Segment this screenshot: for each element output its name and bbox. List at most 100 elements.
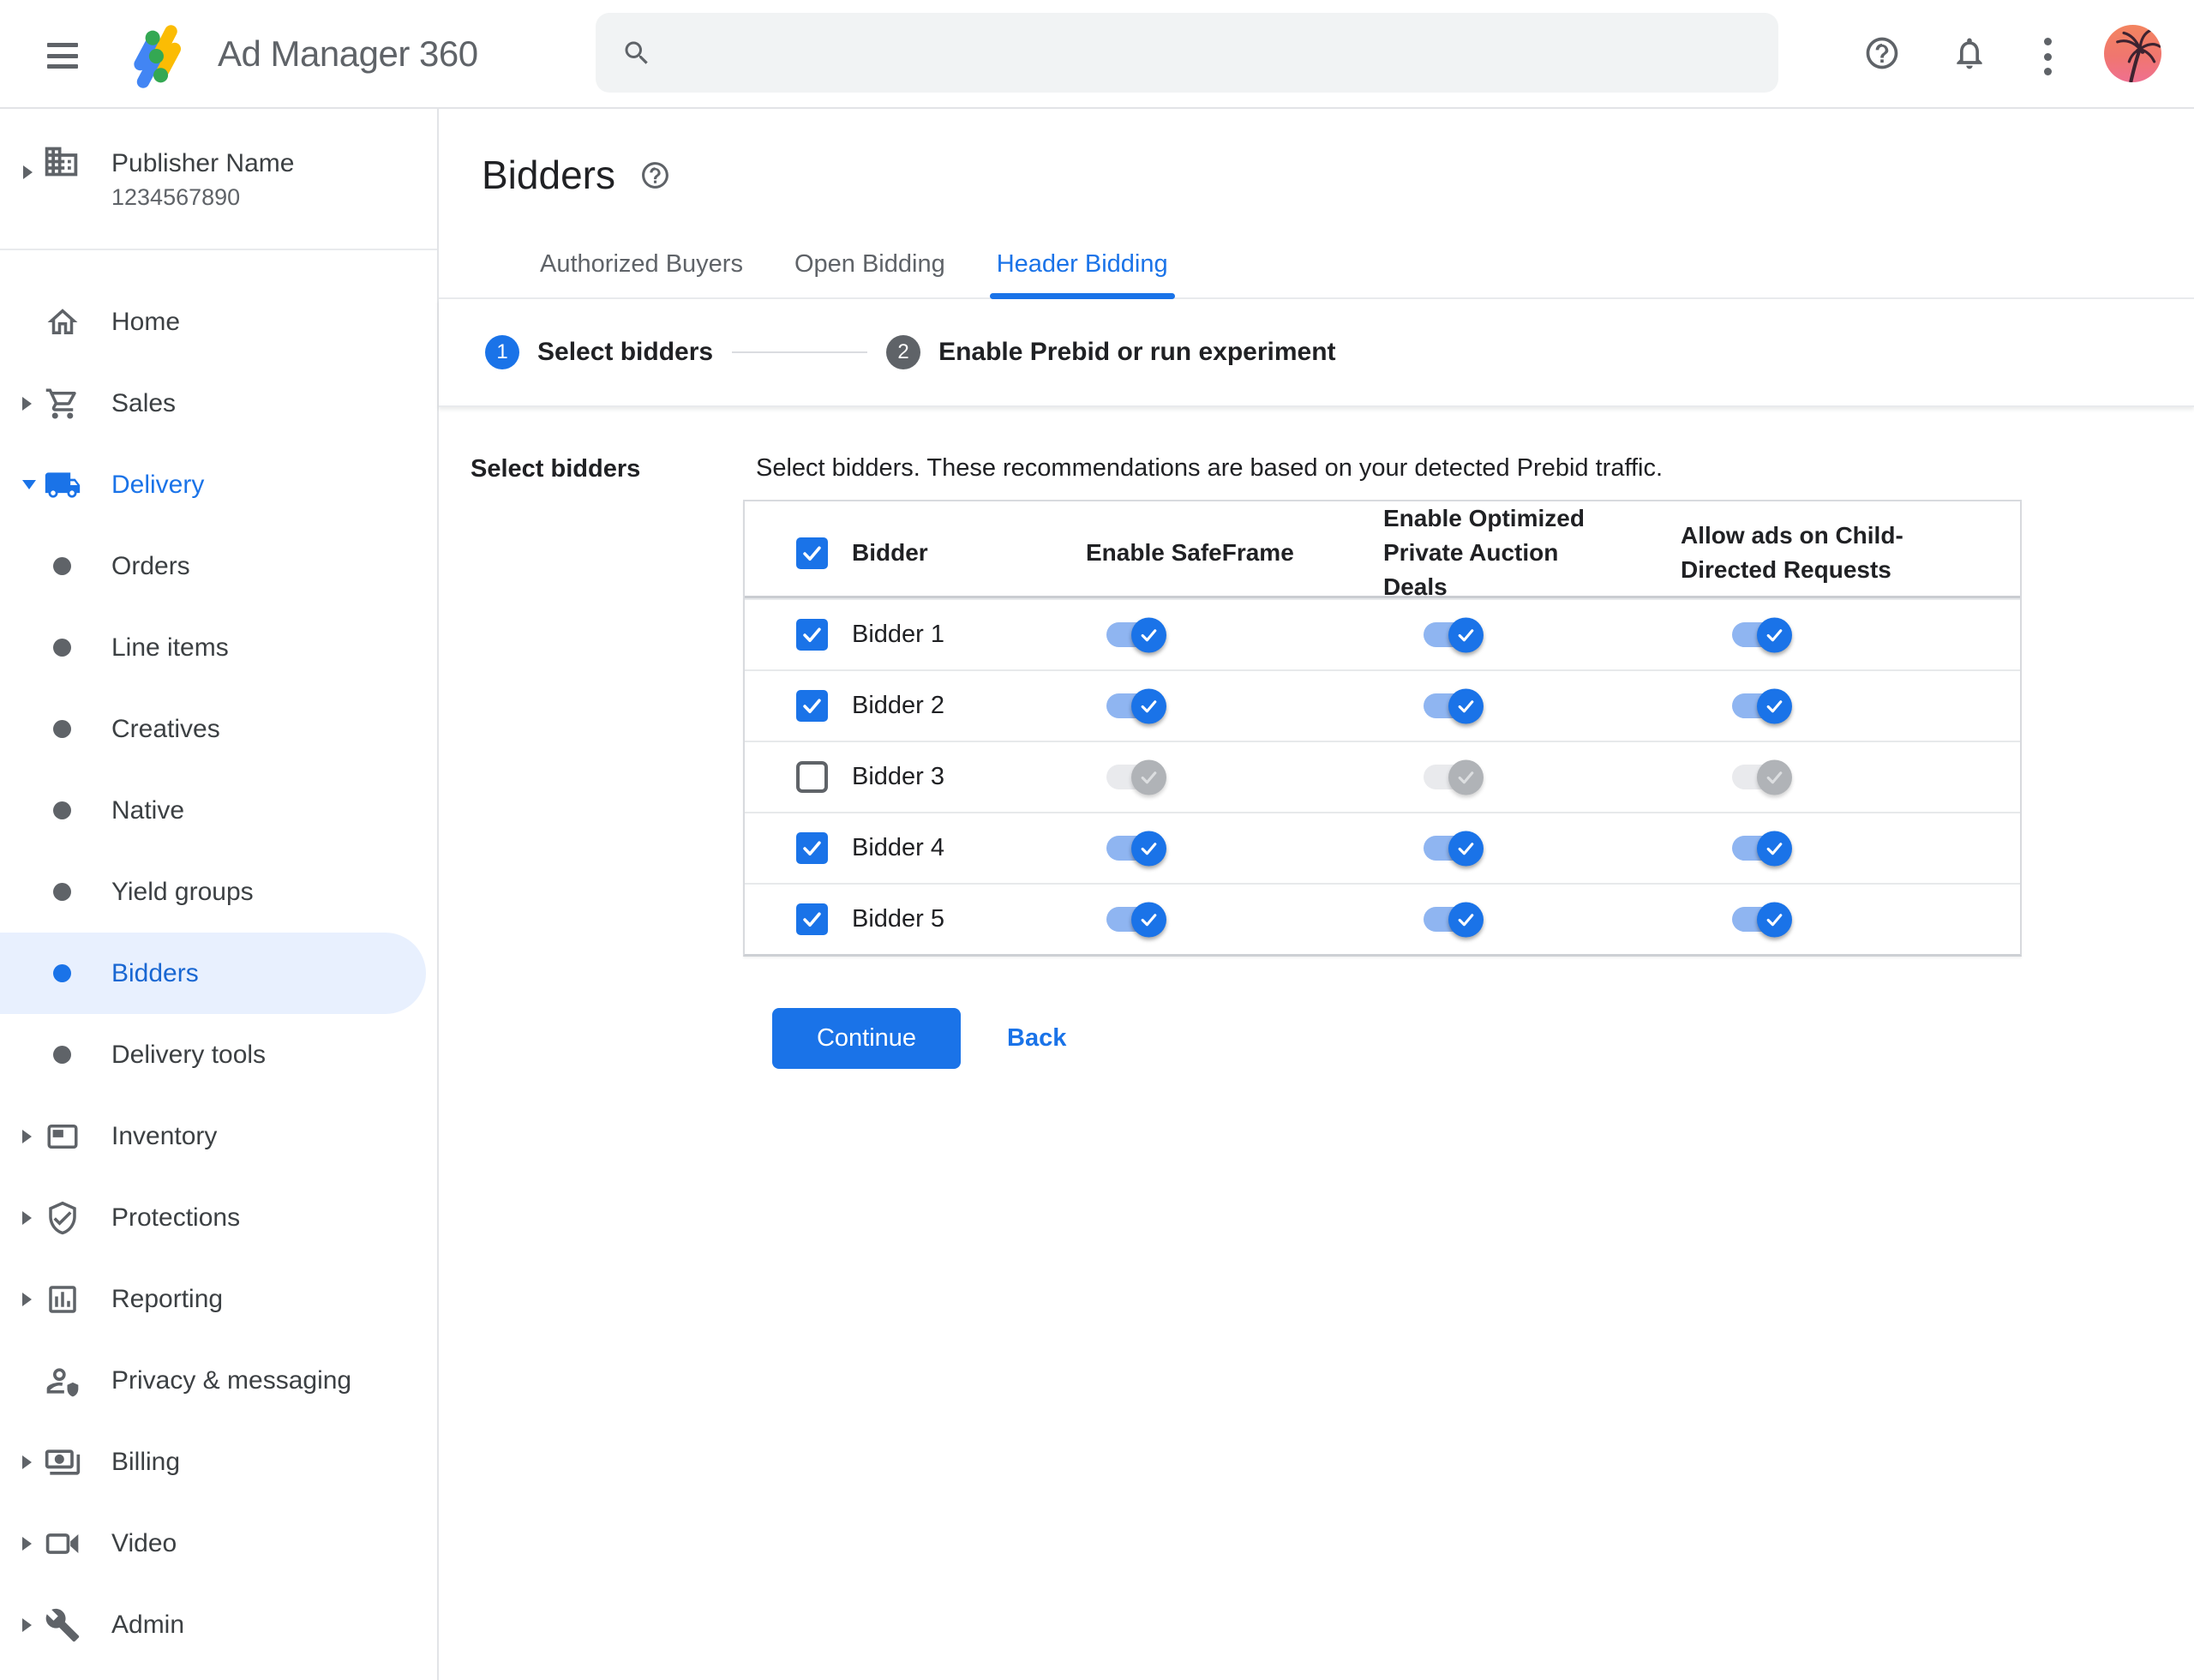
expand-arrow-icon [22,1617,32,1632]
continue-button[interactable]: Continue [772,1008,961,1069]
person-shield-icon [43,1361,81,1400]
bullet-icon [53,964,71,982]
sidebar-item-line-items[interactable]: Line items [0,607,437,688]
publisher-account-selector[interactable]: Publisher Name 1234567890 [0,109,437,250]
avatar[interactable] [2104,25,2161,82]
sidebar-item-orders[interactable]: Orders [0,525,437,607]
bullet-icon [53,801,71,819]
payments-icon [43,1443,81,1481]
more-vert-icon[interactable] [2038,38,2057,75]
row-checkbox[interactable] [796,690,828,722]
safeframe-toggle[interactable] [1106,617,1166,652]
menu-icon[interactable] [47,43,78,69]
sidebar-item-bidders[interactable]: Bidders [0,933,426,1014]
step-number: 1 [485,335,519,369]
publisher-id: 1234567890 [111,184,241,210]
optimized-deals-toggle[interactable] [1424,831,1484,866]
optimized-deals-toggle[interactable] [1424,759,1484,795]
expand-arrow-icon [22,396,32,411]
sidebar-item-delivery[interactable]: Delivery [0,444,437,525]
help-icon[interactable] [1863,34,1901,75]
child-directed-toggle[interactable] [1732,688,1792,723]
inventory-icon [43,1117,81,1155]
app-title: Ad Manager 360 [218,33,478,74]
row-checkbox[interactable] [796,761,828,793]
notifications-icon[interactable] [1951,34,1988,75]
expand-arrow-icon [22,1536,32,1551]
sidebar-item-yield-groups[interactable]: Yield groups [0,851,437,933]
tab-open-bidding[interactable]: Open Bidding [769,249,971,297]
step-select-bidders[interactable]: 1 Select bidders [485,335,713,369]
sidebar-item-delivery-tools[interactable]: Delivery tools [0,1014,437,1095]
back-button[interactable]: Back [1002,1023,1071,1053]
column-header-bidder: Bidder [852,539,928,566]
sidebar-item-home[interactable]: Home [0,281,437,363]
main-content: Bidders Authorized Buyers Open Bidding H… [439,109,2194,1680]
safeframe-toggle[interactable] [1106,759,1166,795]
safeframe-toggle[interactable] [1106,831,1166,866]
sidebar-item-protections[interactable]: Protections [0,1177,437,1258]
publisher-name: Publisher Name [111,149,295,177]
table-row: Bidder 2 [745,669,2020,741]
bidder-name: Bidder 5 [852,905,945,933]
child-directed-toggle[interactable] [1732,617,1792,652]
expand-arrow-icon [22,1129,32,1143]
table-row: Bidder 4 [745,812,2020,883]
tab-authorized-buyers[interactable]: Authorized Buyers [514,249,769,297]
safeframe-toggle[interactable] [1106,902,1166,937]
search-bar[interactable] [596,13,1778,93]
building-icon [42,142,81,185]
optimized-deals-toggle[interactable] [1424,902,1484,937]
bidder-name: Bidder 2 [852,692,945,719]
optimized-deals-toggle[interactable] [1424,688,1484,723]
videocam-icon [43,1524,81,1563]
expand-arrow-icon [22,1455,32,1469]
bullet-icon [53,1046,71,1064]
child-directed-toggle[interactable] [1732,902,1792,937]
bullet-icon [53,883,71,901]
home-icon [43,303,81,341]
page-title: Bidders [482,153,615,197]
column-header-safeframe: Enable SafeFrame [1086,539,1294,566]
optimized-deals-toggle[interactable] [1424,617,1484,652]
search-input[interactable] [674,37,1753,69]
sidebar-nav: Home Sales Delivery Orders Line items Cr… [0,250,437,1665]
sidebar-item-native[interactable]: Native [0,770,437,851]
child-directed-toggle[interactable] [1732,831,1792,866]
step-connector [732,351,868,353]
page-help-icon[interactable] [639,159,671,191]
row-checkbox[interactable] [796,619,828,651]
row-checkbox[interactable] [796,832,828,864]
sidebar-item-reporting[interactable]: Reporting [0,1258,437,1340]
sidebar-item-inventory[interactable]: Inventory [0,1095,437,1177]
column-header-optimized-deals: Enable Optimized Private Auction Deals [1383,505,1585,600]
sidebar-item-creatives[interactable]: Creatives [0,688,437,770]
section-label: Select bidders [471,455,641,483]
safeframe-toggle[interactable] [1106,688,1166,723]
bidder-name: Bidder 4 [852,834,945,861]
step-enable-prebid[interactable]: 2 Enable Prebid or run experiment [886,335,1336,369]
row-checkbox[interactable] [796,903,828,935]
truck-icon [43,465,81,504]
expand-arrow-icon [23,165,33,179]
bar-chart-icon [43,1280,81,1318]
bullet-icon [53,557,71,575]
sidebar-item-privacy-messaging[interactable]: Privacy & messaging [0,1340,437,1421]
sidebar-item-sales[interactable]: Sales [0,363,437,444]
child-directed-toggle[interactable] [1732,759,1792,795]
ad-manager-logo[interactable] [118,19,189,89]
column-header-child-directed: Allow ads on Child-Directed Requests [1681,522,1903,583]
select-all-checkbox[interactable] [796,537,828,569]
search-icon [625,41,648,64]
tab-header-bidding[interactable]: Header Bidding [971,249,1194,299]
collapse-arrow-icon [22,480,36,489]
expand-arrow-icon [22,1210,32,1225]
step-number: 2 [886,335,921,369]
table-row: Bidder 5 [745,883,2020,954]
bidders-table: Bidder Enable SafeFrame Enable Optimized… [743,500,2022,957]
sidebar-item-video[interactable]: Video [0,1503,437,1584]
sidebar-item-admin[interactable]: Admin [0,1584,437,1665]
tabs: Authorized Buyers Open Bidding Header Bi… [439,249,2194,299]
table-row: Bidder 3 [745,741,2020,812]
sidebar-item-billing[interactable]: Billing [0,1421,437,1503]
